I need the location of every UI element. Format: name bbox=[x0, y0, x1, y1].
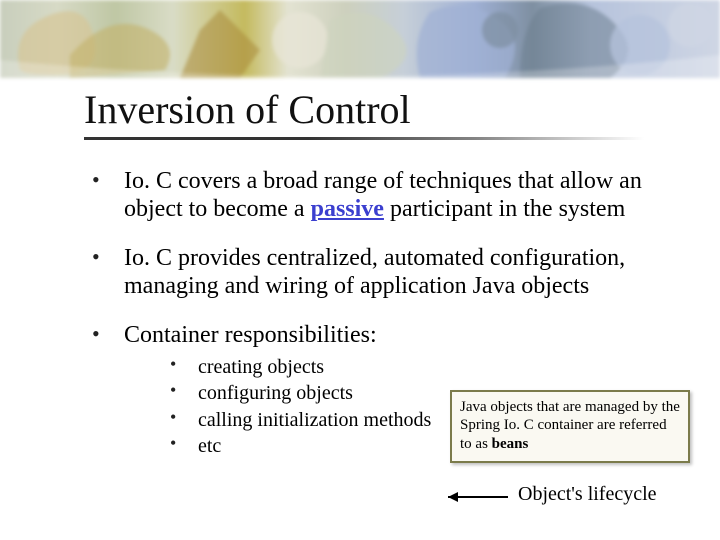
floral-banner bbox=[0, 0, 720, 78]
lifecycle-label: Object's lifecycle bbox=[518, 483, 657, 506]
slide: Inversion of Control Io. C covers a broa… bbox=[0, 0, 720, 540]
bullet-1: Io. C covers a broad range of techniques… bbox=[84, 168, 659, 223]
slide-title: Inversion of Control bbox=[84, 86, 411, 133]
bullet-2: Io. C provides centralized, automated co… bbox=[84, 245, 659, 300]
bullet-1-emph: passive bbox=[311, 196, 384, 222]
callout-bold: beans bbox=[492, 436, 529, 452]
callout-box: Java objects that are managed by the Spr… bbox=[450, 390, 690, 463]
bullet-3-text: Container responsibilities: bbox=[124, 322, 377, 348]
arrow-head-icon bbox=[448, 492, 458, 502]
sub-1: creating objects bbox=[168, 354, 659, 380]
title-underline bbox=[84, 137, 644, 140]
bullet-1-post: participant in the system bbox=[384, 196, 625, 222]
